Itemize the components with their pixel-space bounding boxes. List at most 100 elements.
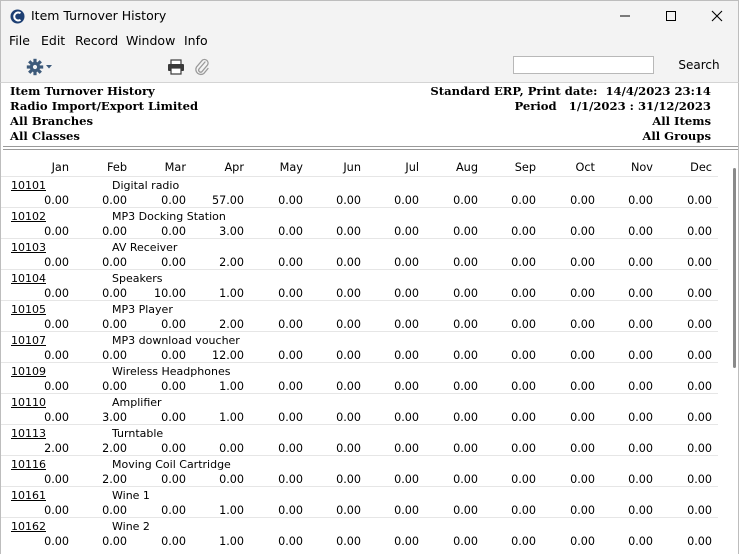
menu-info[interactable]: Info (184, 33, 208, 48)
menu-record[interactable]: Record (75, 33, 118, 48)
minimize-button[interactable] (602, 1, 648, 32)
turnover-value-jul: 0.00 (394, 287, 419, 300)
window-title: Item Turnover History (31, 8, 167, 23)
item-code-link[interactable]: 10103 (11, 241, 46, 254)
item-code-link[interactable]: 10105 (11, 303, 46, 316)
turnover-value-sep: 0.00 (511, 349, 536, 362)
turnover-value-oct: 0.00 (570, 504, 595, 517)
turnover-value-jan: 0.00 (44, 504, 69, 517)
item-name: Speakers (112, 272, 163, 285)
turnover-value-jun: 0.00 (336, 349, 361, 362)
vertical-scrollbar[interactable] (730, 83, 738, 554)
maximize-icon (666, 11, 676, 21)
column-header-jan: Jan (51, 161, 69, 174)
item-code-link[interactable]: 10104 (11, 272, 46, 285)
turnover-value-mar: 0.00 (161, 194, 186, 207)
turnover-value-jul: 0.00 (394, 411, 419, 424)
menu-edit[interactable]: Edit (41, 33, 65, 48)
turnover-value-nov: 0.00 (628, 504, 653, 517)
report-title: Item Turnover History (10, 84, 155, 98)
turnover-value-sep: 0.00 (511, 411, 536, 424)
minimize-icon (620, 15, 630, 17)
turnover-value-apr: 12.00 (211, 349, 244, 362)
item-code-link[interactable]: 10101 (11, 179, 46, 192)
turnover-value-oct: 0.00 (570, 318, 595, 331)
turnover-value-nov: 0.00 (628, 411, 653, 424)
turnover-value-mar: 0.00 (161, 442, 186, 455)
turnover-value-jun: 0.00 (336, 442, 361, 455)
column-header-mar: Mar (164, 161, 186, 174)
turnover-value-jun: 0.00 (336, 535, 361, 548)
search-button[interactable]: Search (673, 58, 725, 75)
item-code-link[interactable]: 10109 (11, 365, 46, 378)
turnover-value-apr: 1.00 (219, 287, 244, 300)
turnover-value-jul: 0.00 (394, 194, 419, 207)
turnover-value-nov: 0.00 (628, 287, 653, 300)
menu-window[interactable]: Window (126, 33, 175, 48)
turnover-value-dec: 0.00 (687, 287, 712, 300)
item-name: Digital radio (112, 179, 180, 192)
row-divider (1, 238, 718, 239)
turnover-value-feb: 0.00 (102, 194, 127, 207)
turnover-value-may: 0.00 (278, 411, 303, 424)
turnover-value-aug: 0.00 (453, 225, 478, 238)
turnover-value-dec: 0.00 (687, 194, 712, 207)
row-divider (1, 362, 718, 363)
turnover-value-may: 0.00 (278, 349, 303, 362)
turnover-value-feb: 0.00 (102, 225, 127, 238)
item-code-link[interactable]: 10102 (11, 210, 46, 223)
turnover-value-sep: 0.00 (511, 535, 536, 548)
scrollbar-thumb[interactable] (733, 168, 736, 368)
row-divider (1, 486, 718, 487)
turnover-value-sep: 0.00 (511, 504, 536, 517)
row-divider (1, 300, 718, 301)
item-code-link[interactable]: 10162 (11, 520, 46, 533)
toolbar: Search (0, 51, 739, 83)
attach-button[interactable] (192, 57, 212, 77)
turnover-value-nov: 0.00 (628, 535, 653, 548)
close-button[interactable] (694, 1, 739, 32)
row-divider (1, 207, 718, 208)
turnover-value-nov: 0.00 (628, 318, 653, 331)
turnover-value-jun: 0.00 (336, 411, 361, 424)
turnover-value-jan: 0.00 (44, 380, 69, 393)
menu-file[interactable]: File (9, 33, 30, 48)
menu-bar: File Edit Record Window Info (0, 31, 739, 51)
maximize-button[interactable] (648, 1, 694, 32)
turnover-value-may: 0.00 (278, 535, 303, 548)
search-input[interactable] (513, 56, 654, 74)
item-name: Wireless Headphones (112, 365, 231, 378)
turnover-value-sep: 0.00 (511, 473, 536, 486)
turnover-value-jan: 0.00 (44, 318, 69, 331)
print-date: Standard ERP, Print date: 14/4/2023 23:1… (430, 84, 711, 98)
turnover-value-may: 0.00 (278, 256, 303, 269)
item-code-link[interactable]: 10110 (11, 396, 46, 409)
turnover-value-jan: 0.00 (44, 535, 69, 548)
item-code-link[interactable]: 10113 (11, 427, 46, 440)
turnover-value-dec: 0.00 (687, 504, 712, 517)
turnover-value-aug: 0.00 (453, 318, 478, 331)
turnover-value-may: 0.00 (278, 380, 303, 393)
turnover-value-oct: 0.00 (570, 473, 595, 486)
item-code-link[interactable]: 10161 (11, 489, 46, 502)
item-name: Turntable (112, 427, 164, 440)
row-divider (1, 176, 718, 177)
print-button[interactable] (166, 57, 186, 77)
turnover-value-jan: 0.00 (44, 473, 69, 486)
turnover-value-oct: 0.00 (570, 349, 595, 362)
dropdown-arrow-icon (46, 65, 52, 69)
item-code-link[interactable]: 10116 (11, 458, 46, 471)
turnover-value-sep: 0.00 (511, 318, 536, 331)
item-code-link[interactable]: 10107 (11, 334, 46, 347)
turnover-value-nov: 0.00 (628, 349, 653, 362)
turnover-value-jun: 0.00 (336, 256, 361, 269)
turnover-value-oct: 0.00 (570, 442, 595, 455)
turnover-value-feb: 0.00 (102, 535, 127, 548)
column-header-apr: Apr (224, 161, 244, 174)
settings-menu-button[interactable] (25, 57, 57, 77)
turnover-value-apr: 57.00 (211, 194, 244, 207)
column-header-feb: Feb (106, 161, 127, 174)
turnover-value-apr: 2.00 (219, 256, 244, 269)
turnover-value-jan: 0.00 (44, 349, 69, 362)
turnover-value-feb: 2.00 (102, 473, 127, 486)
